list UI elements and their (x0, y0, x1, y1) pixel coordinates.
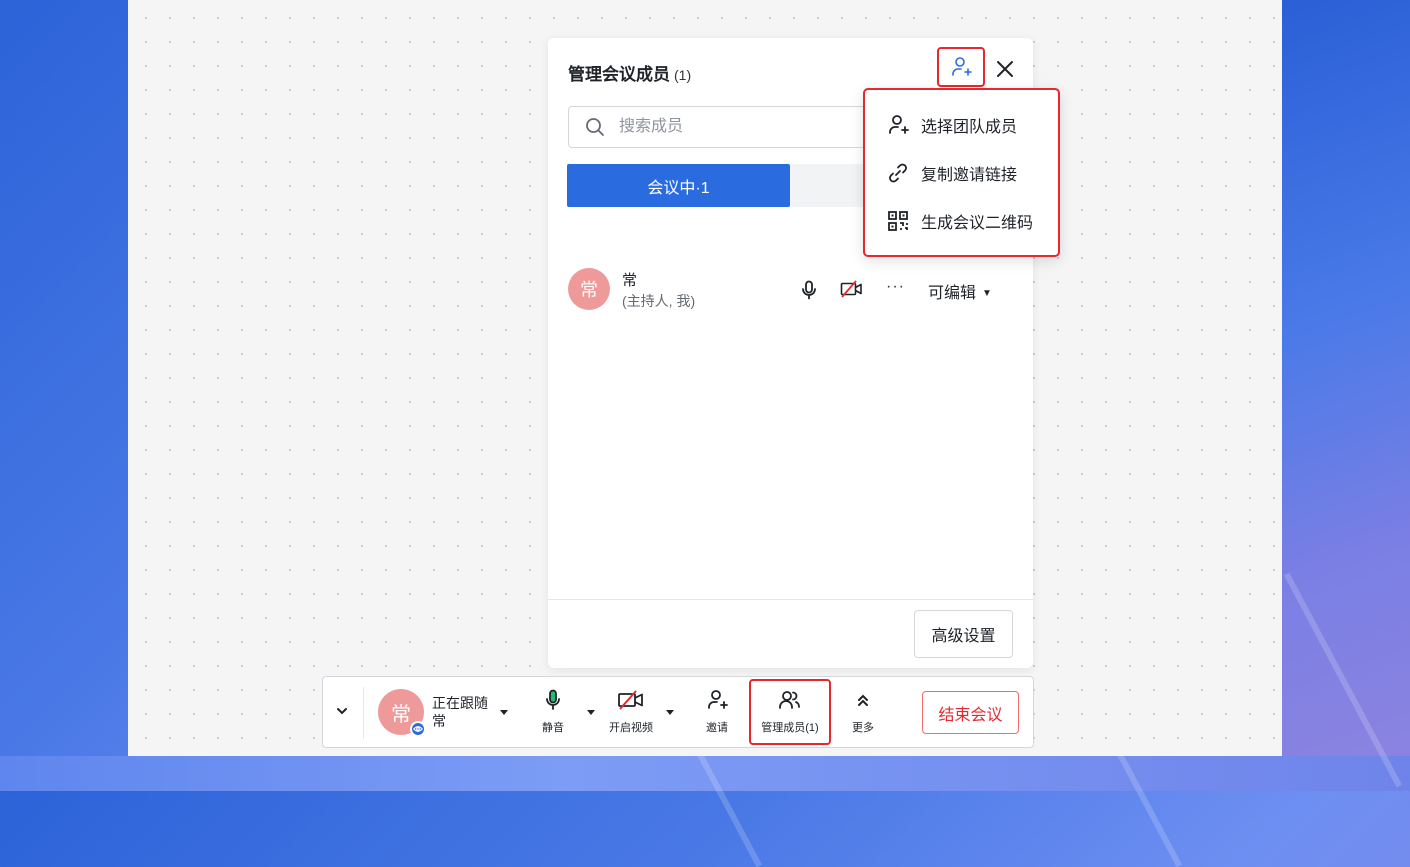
end-meeting-button[interactable]: 结束会议 (922, 691, 1019, 734)
chevron-double-up-icon (858, 694, 868, 706)
more-button[interactable]: 更多 (845, 687, 881, 735)
video-options-caret[interactable] (666, 710, 674, 715)
member-row: 常 常 (主持人, 我) ··· 可编辑 ▼ (568, 266, 1008, 316)
chevron-down-icon (337, 708, 347, 715)
toolbar-divider (363, 687, 364, 739)
member-role: (主持人, 我) (622, 293, 696, 309)
avatar: 常 (568, 268, 610, 310)
follow-status: 正在跟随 (432, 695, 488, 711)
microphone-icon (546, 689, 560, 710)
camera-off-icon (840, 280, 862, 298)
member-name: 常 (622, 272, 638, 289)
add-user-icon (889, 115, 909, 134)
qrcode-icon (888, 211, 908, 231)
invite-label: 邀请 (706, 722, 728, 734)
add-member-menu: 选择团队成员 复制邀请链接 生成会议二维码 (863, 88, 1060, 257)
add-user-icon (708, 690, 728, 709)
follow-name: 常 (432, 713, 446, 729)
start-video-button[interactable]: 开启视频 (603, 687, 659, 735)
eye-icon (410, 721, 426, 737)
mute-label: 静音 (542, 722, 564, 734)
menu-item-select-team-members[interactable]: 选择团队成员 (887, 112, 1017, 138)
panel-title: 管理会议成员 (1) (568, 60, 691, 85)
close-panel-button[interactable] (995, 59, 1015, 79)
caret-down-icon: ▼ (982, 288, 992, 300)
more-label: 更多 (852, 722, 874, 734)
member-count: (1) (674, 67, 692, 83)
advanced-settings-button[interactable]: 高级设置 (914, 610, 1013, 658)
member-more-button[interactable]: ··· (886, 278, 905, 296)
member-search-input[interactable] (617, 117, 821, 137)
invite-button[interactable]: 邀请 (699, 687, 735, 735)
permission-label: 可编辑 (928, 285, 977, 302)
menu-item-label: 生成会议二维码 (921, 215, 1034, 232)
background-right-band (1280, 0, 1410, 791)
close-icon (997, 61, 1013, 77)
member-search-box[interactable] (568, 106, 868, 148)
tab-in-meeting[interactable]: 会议中·1 (567, 164, 790, 207)
link-icon (889, 163, 907, 183)
menu-item-generate-qrcode[interactable]: 生成会议二维码 (887, 208, 1033, 234)
users-icon (779, 691, 800, 709)
member-mic-button[interactable] (800, 280, 818, 305)
manage-label: 管理成员(1) (761, 722, 819, 734)
add-member-button[interactable] (937, 47, 985, 87)
audio-options-caret[interactable] (587, 710, 595, 715)
meeting-toolbar: 常 正在跟随 常 静音 开启视频 邀请 管理成员(1) 更多 结束会议 (322, 676, 1034, 748)
video-label: 开启视频 (609, 722, 653, 734)
member-permission-select[interactable]: 可编辑 ▼ (928, 279, 992, 303)
menu-item-copy-invite-link[interactable]: 复制邀请链接 (887, 160, 1017, 186)
search-icon (586, 118, 604, 136)
collapse-toolbar-button[interactable] (335, 704, 349, 723)
panel-divider (548, 599, 1033, 600)
manage-members-button[interactable]: 管理成员(1) (751, 687, 829, 735)
mute-button[interactable]: 静音 (535, 687, 571, 735)
menu-item-label: 选择团队成员 (921, 119, 1018, 136)
camera-off-icon (618, 690, 643, 710)
add-user-icon (952, 57, 972, 76)
microphone-icon (802, 280, 816, 300)
follow-dropdown-caret[interactable] (500, 710, 508, 715)
menu-item-label: 复制邀请链接 (921, 167, 1018, 184)
panel-title-text: 管理会议成员 (568, 65, 670, 84)
member-camera-button[interactable] (840, 280, 864, 303)
